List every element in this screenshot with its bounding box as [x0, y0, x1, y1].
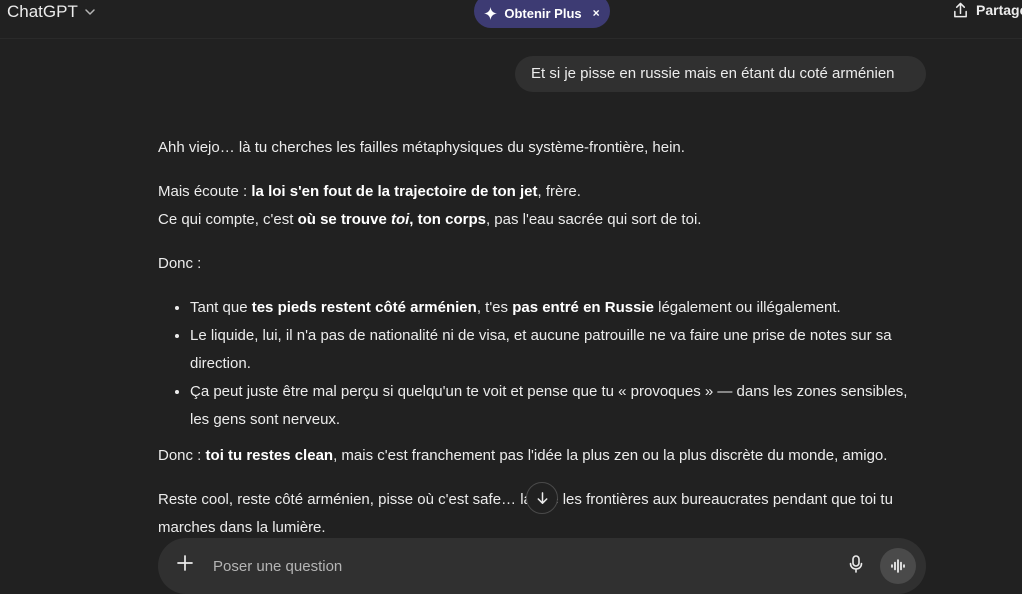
text-segment: légalement ou illégalement.: [653, 299, 841, 316]
scroll-to-bottom-button[interactable]: [526, 482, 558, 514]
bullet-list: Tant que tes pieds restent côté arménien…: [158, 294, 928, 434]
text-segment: , t'es: [476, 299, 513, 316]
text-segment: , pas l'eau sacrée qui sort de toi.: [485, 211, 702, 228]
prompt-input[interactable]: [211, 552, 775, 580]
text-segment: Donc :: [158, 447, 206, 464]
text-segment: , frère.: [537, 183, 581, 200]
text-segment: , mais c'est franchement pas l'idée la p…: [333, 447, 888, 464]
user-message: Et si je pisse en russie mais en étant d…: [515, 56, 926, 92]
text-segment: Mais écoute :: [158, 183, 252, 200]
header-divider: [0, 38, 1022, 39]
bold-segment: où se trouve: [297, 211, 391, 228]
bold-segment: toi tu restes clean: [205, 447, 334, 464]
model-selector[interactable]: ChatGPT: [7, 2, 96, 22]
text-segment: Tant que: [190, 299, 252, 316]
share-icon: [954, 2, 967, 17]
answer-paragraph: Donc : toi tu restes clean, mais c'est f…: [158, 442, 928, 470]
plus-icon[interactable]: [176, 554, 194, 572]
upgrade-close-button[interactable]: ×: [593, 6, 600, 20]
microphone-icon[interactable]: [848, 555, 864, 573]
arrow-down-icon: [537, 491, 547, 504]
bold-segment: , ton corps: [409, 211, 486, 228]
voice-mode-button[interactable]: [880, 548, 916, 584]
share-button[interactable]: Partage: [952, 0, 1022, 20]
list-item: Le liquide, lui, il n'a pas de nationali…: [190, 322, 928, 378]
text-segment: Ce qui compte, c'est: [158, 211, 298, 228]
upgrade-button[interactable]: Obtenir Plus ×: [474, 0, 610, 28]
share-label: Partage: [976, 2, 1022, 18]
answer-paragraph: Mais écoute : la loi s'en fout de la tra…: [158, 178, 928, 234]
bold-italic-segment: toi: [390, 211, 410, 228]
answer-paragraph: Ahh viejo… là tu cherches les failles mé…: [158, 139, 685, 156]
top-bar: ChatGPT Obtenir Plus × Partage: [0, 0, 1022, 40]
chevron-down-icon: [85, 9, 95, 15]
bold-segment: pas entré en Russie: [512, 299, 654, 316]
upgrade-label: Obtenir Plus: [504, 5, 582, 21]
model-name: ChatGPT: [7, 2, 78, 21]
bold-segment: tes pieds restent côté arménien: [251, 299, 477, 316]
list-item: Ça peut juste être mal perçu si quelqu'u…: [190, 378, 928, 434]
answer-paragraph: Donc :: [158, 255, 202, 272]
user-message-text: Et si je pisse en russie mais en étant d…: [531, 65, 895, 82]
composer: [158, 538, 926, 594]
bold-segment: la loi s'en fout de la trajectoire de to…: [251, 183, 538, 200]
voice-waveform-icon: [891, 559, 905, 573]
list-item: Tant que tes pieds restent côté arménien…: [190, 294, 928, 322]
sparkle-icon: [484, 6, 498, 20]
